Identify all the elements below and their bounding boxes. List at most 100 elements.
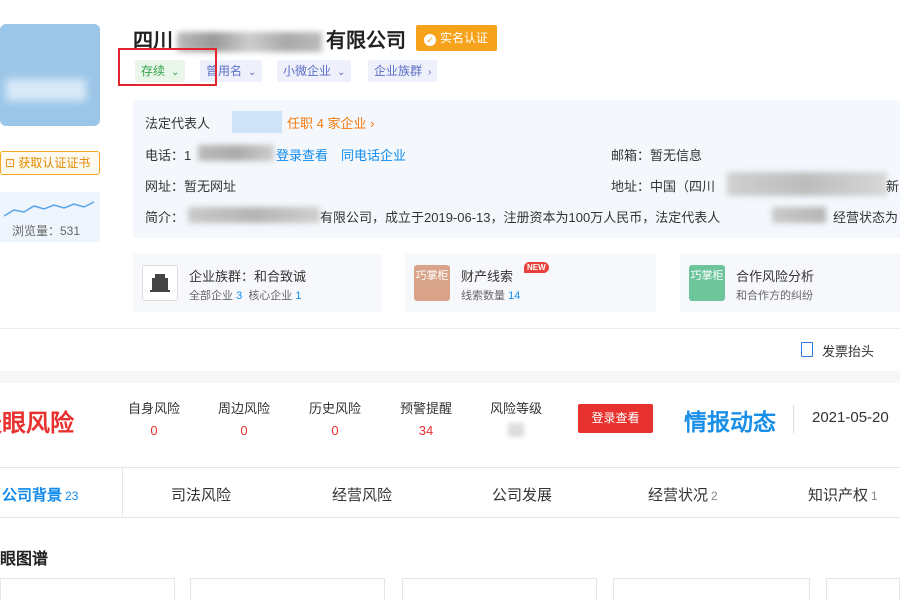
group-card[interactable]: 企业族群：和合致诚 全部企业 3 核心企业 1 [133, 254, 382, 312]
risk-nearby-value: 0 [240, 423, 248, 438]
company-page: ⊡ 获取认证证书 浏览量：531 四川 有限公司 ✓ 实名认证 存续 ⌄ 曾用名 ⌄ 小… [0, 0, 900, 600]
get-certificate-button[interactable]: ⊡ 获取认证证书 [0, 151, 100, 175]
cert-button-label: 获取认证证书 [18, 156, 91, 170]
tab-company-development[interactable]: 公司发展 [492, 484, 552, 505]
tab-label: 公司发展 [492, 487, 553, 504]
tab-judicial-risk[interactable]: 司法风险 [171, 484, 231, 505]
tab-business-risk[interactable]: 经营风险 [332, 484, 392, 505]
risk-level[interactable]: 风险等级 [481, 398, 551, 437]
status-highlight-box [118, 48, 217, 86]
check-icon: ✓ [424, 34, 436, 46]
tab-intellectual-property[interactable]: 知识产权 1 [808, 484, 878, 505]
cooperation-risk-title: 合作风险分析 [736, 269, 815, 284]
company-group-tag[interactable]: 企业族群 › [368, 60, 438, 82]
chevron-down-icon: ⌄ [337, 67, 346, 78]
legal-rep-jobs-link[interactable]: 任职 4 家企业 › [287, 113, 374, 132]
risk-login-button[interactable]: 登录查看 [578, 404, 653, 433]
certificate-icon: ⊡ [5, 156, 16, 170]
risk-nearby-label: 周边风险 [217, 401, 270, 416]
tab-label: 知识产权 [808, 487, 869, 504]
cooperation-risk-card[interactable]: 巧掌柜 合作风险分析 和合作方的纠纷 [680, 254, 900, 312]
section-title: 天眼图谱 [0, 551, 49, 568]
risk-nearby[interactable]: 周边风险 0 [209, 398, 279, 438]
legal-rep-avatar[interactable] [232, 111, 282, 133]
clues-count-label: 线索数量 [461, 290, 505, 302]
divider [0, 328, 900, 329]
redacted-address [727, 172, 887, 196]
company-size-label: 小微企业 [283, 64, 332, 78]
risk-warning-label: 预警提醒 [399, 401, 452, 416]
all-companies-count[interactable]: 3 [236, 290, 242, 302]
graph-thumbnail[interactable] [402, 578, 597, 600]
tab-label: 司法风险 [171, 487, 232, 504]
risk-self-value: 0 [150, 423, 158, 438]
phone-login-link[interactable]: 登录查看 [276, 145, 328, 164]
clues-count[interactable]: 14 [508, 290, 520, 302]
chevron-down-icon: ⌄ [248, 67, 257, 78]
qiaozhanggui-icon: 巧掌柜 [689, 265, 725, 301]
graph-thumbnail[interactable] [0, 578, 175, 600]
group-card-title: 企业族群：和合致诚 [189, 269, 307, 284]
company-logo [0, 24, 100, 126]
company-group-label: 企业族群 [374, 64, 423, 78]
property-clues-card[interactable]: 巧掌柜 财产线索 NEW 线索数量 14 [405, 254, 656, 312]
tab-label: 公司背景 [2, 487, 63, 504]
redacted-risk-level [508, 423, 524, 437]
tab-count: 2 [711, 489, 718, 503]
property-clues-title: 财产线索 [461, 269, 514, 284]
intel-logo: 情报动态 [684, 409, 776, 435]
risk-history-value: 0 [331, 423, 339, 438]
tab-business-status[interactable]: 经营状况 2 [648, 484, 718, 505]
phone-label: 电话：1 [145, 148, 192, 163]
qiaozhanggui-icon: 巧掌柜 [414, 265, 450, 301]
graph-thumbnail[interactable] [190, 578, 385, 600]
company-size-tag[interactable]: 小微企业 ⌄ [277, 60, 352, 82]
redacted-intro [188, 207, 320, 223]
all-companies-label: 全部企业 [189, 290, 233, 302]
address-field: 地址：中国（四川 [611, 179, 716, 194]
chevron-right-icon: › [428, 67, 432, 78]
tabs-border [0, 517, 900, 518]
views-count: 浏览量：531 [12, 224, 81, 238]
redacted-legal-rep [772, 207, 826, 223]
core-companies-count[interactable]: 1 [295, 290, 301, 302]
tab-label: 经营风险 [332, 487, 393, 504]
cooperation-risk-sub: 和合作方的纠纷 [736, 290, 813, 302]
views-sparkline: 浏览量：531 [0, 192, 100, 242]
intro-tail: 经营状态为 [833, 210, 899, 225]
website-field: 网址：暂无网址 [145, 179, 237, 194]
risk-logo-text: 天眼风险 [0, 410, 74, 437]
new-badge: NEW [524, 262, 549, 273]
graph-thumbnail[interactable] [613, 578, 810, 600]
document-icon [801, 342, 813, 357]
risk-self[interactable]: 自身风险 0 [119, 398, 189, 438]
verified-label: 实名认证 [440, 31, 489, 45]
tianyan-risk-logo: 天眼风险 [0, 403, 74, 438]
divider [793, 405, 794, 433]
legal-rep-label: 法定代表人 [145, 116, 211, 131]
risk-level-label: 风险等级 [489, 401, 542, 416]
email-field: 邮箱：暂无信息 [611, 148, 703, 163]
group-card-sub: 全部企业 3 核心企业 1 [189, 287, 302, 303]
tab-count: 23 [65, 489, 79, 503]
section-separator [0, 371, 900, 383]
tab-label: 经营状况 [648, 487, 709, 504]
property-clues-sub: 线索数量 14 [461, 287, 520, 303]
sparkline-chart-icon [4, 201, 95, 217]
core-companies-label: 核心企业 [248, 290, 293, 302]
verified-badge[interactable]: ✓ 实名认证 [416, 25, 498, 51]
building-icon [142, 265, 178, 301]
risk-self-label: 自身风险 [127, 401, 180, 416]
same-phone-link[interactable]: 同电话企业 [341, 145, 406, 164]
risk-warning-value: 34 [418, 423, 434, 438]
risk-warning[interactable]: 预警提醒 34 [391, 398, 461, 438]
address-tail: 新 [886, 179, 900, 194]
risk-history[interactable]: 历史风险 0 [300, 398, 370, 438]
intel-date[interactable]: 2021-05-20 [812, 409, 889, 426]
tab-count: 1 [871, 489, 878, 503]
tab-company-background[interactable]: 公司背景 23 [2, 484, 78, 505]
risk-history-label: 历史风险 [308, 401, 361, 416]
graph-thumbnail[interactable] [826, 578, 900, 600]
redacted-phone [198, 145, 274, 161]
invoice-title-link[interactable]: 发票抬头 [822, 341, 874, 360]
